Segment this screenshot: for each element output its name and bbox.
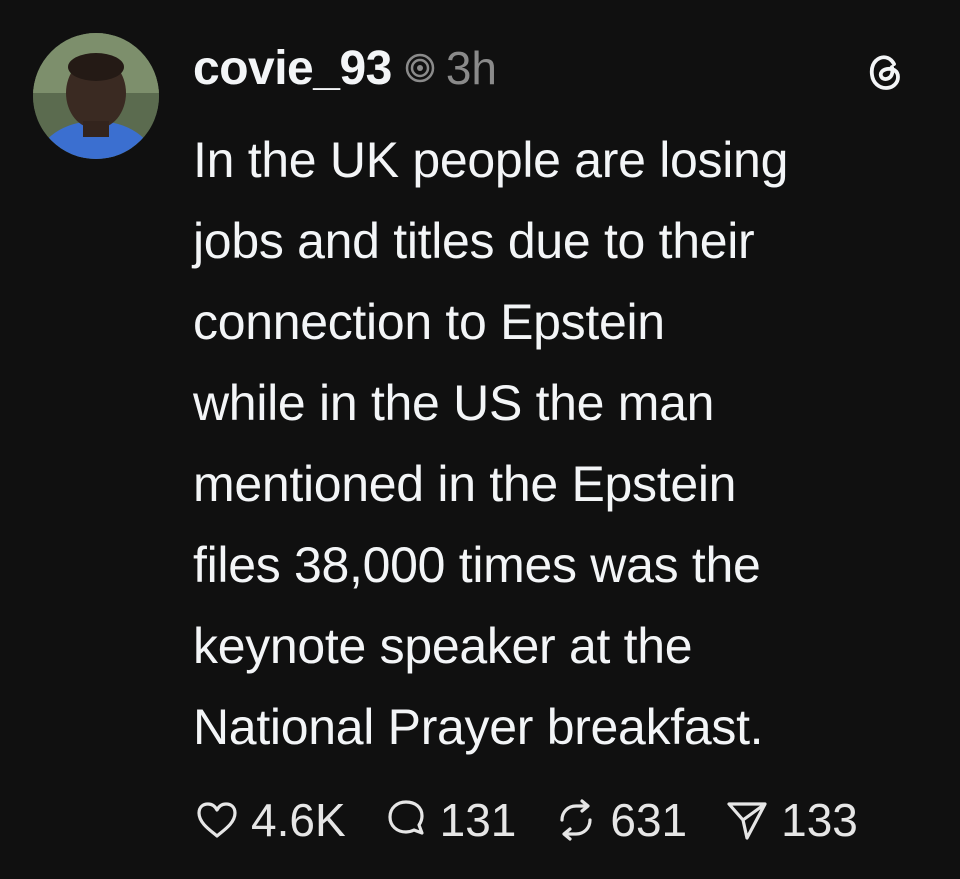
post-timestamp: 3h [445, 42, 497, 94]
repost-icon [560, 799, 592, 841]
heart-icon [197, 802, 237, 838]
like-button[interactable]: 4.6K [193, 793, 346, 847]
threads-verified-icon [405, 53, 435, 83]
post-header: covie_93 3h [193, 36, 497, 100]
share-button[interactable]: 133 [723, 793, 858, 847]
avatar-image [33, 33, 159, 159]
threads-post: covie_93 3h In the UK people are losing … [0, 0, 960, 879]
threads-logo-icon[interactable] [863, 50, 907, 94]
reply-count: 131 [439, 794, 517, 846]
repost-button[interactable]: 631 [552, 793, 687, 847]
like-count: 4.6K [251, 794, 346, 846]
share-count: 133 [781, 794, 858, 846]
username[interactable]: covie_93 [193, 41, 392, 96]
avatar[interactable] [33, 33, 159, 159]
repost-count: 631 [610, 794, 688, 846]
comment-icon [388, 800, 424, 835]
send-icon [727, 802, 767, 840]
action-bar: 4.6K 131 631 133 [193, 788, 894, 852]
post-body: In the UK people are losing jobs and tit… [193, 132, 789, 755]
reply-button[interactable]: 131 [382, 793, 517, 847]
